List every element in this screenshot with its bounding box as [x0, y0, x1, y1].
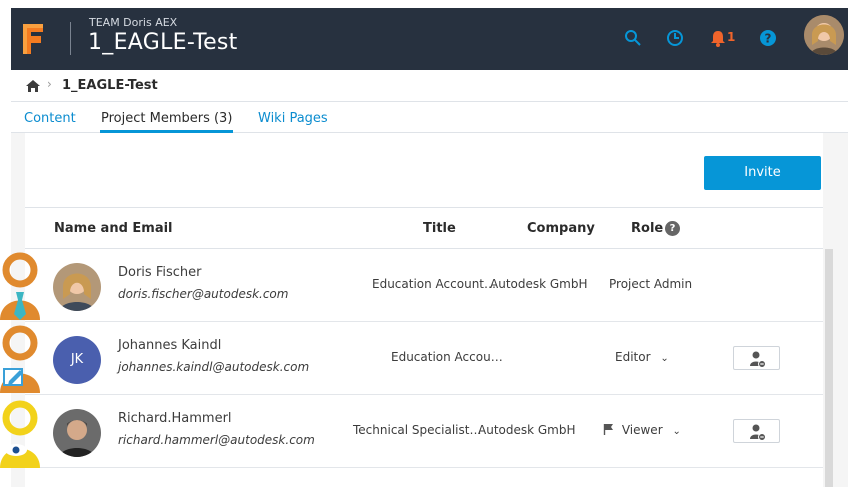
member-company: Autodesk GmbH	[478, 423, 576, 437]
member-email: richard.hammerl@autodesk.com	[118, 433, 315, 447]
bell-icon[interactable]	[708, 28, 728, 48]
role-label: Editor	[615, 350, 651, 364]
app-header: TEAM Doris AEX 1_EAGLE-Test 1 ?	[11, 8, 848, 70]
col-company[interactable]: Company	[527, 221, 595, 236]
invite-button[interactable]: Invite	[704, 156, 821, 190]
viewer-person-icon	[0, 400, 40, 468]
chevron-down-icon: ⌄	[672, 426, 681, 437]
tab-bar: Content Project Members (3) Wiki Pages	[11, 102, 848, 133]
remove-member-button[interactable]	[733, 419, 780, 443]
admin-person-icon	[0, 252, 40, 320]
editor-person-icon	[0, 325, 40, 393]
avatar	[53, 409, 101, 457]
project-title[interactable]: 1_EAGLE-Test	[88, 30, 238, 55]
breadcrumb-current: 1_EAGLE-Test	[62, 78, 158, 93]
role-label: Viewer	[621, 423, 663, 437]
member-email: doris.fischer@autodesk.com	[118, 287, 289, 301]
table-header: Name and Email Title Company Role ?	[25, 207, 823, 249]
flag-icon	[603, 424, 613, 435]
tab-project-members[interactable]: Project Members (3)	[101, 111, 232, 126]
fusion-logo-icon[interactable]	[21, 22, 45, 56]
member-name: Richard.Hammerl	[118, 411, 232, 426]
chevron-down-icon: ⌄	[660, 353, 669, 364]
members-panel: Invite Name and Email Title Company Role…	[25, 133, 823, 487]
remove-user-icon	[750, 351, 766, 368]
avatar-initials: JK	[53, 336, 101, 384]
header-divider	[70, 22, 71, 55]
remove-user-icon	[750, 424, 766, 441]
member-title: Technical Specialist…	[353, 423, 482, 437]
member-title: Education Account…	[372, 277, 497, 291]
breadcrumb: › 1_EAGLE-Test	[11, 70, 848, 102]
svg-text:?: ?	[765, 32, 772, 46]
table-row[interactable]: Richard.Hammerl richard.hammerl@autodesk…	[25, 395, 823, 468]
role-dropdown[interactable]: Editor ⌄	[615, 350, 669, 364]
content-area: Invite Name and Email Title Company Role…	[11, 133, 848, 487]
clock-icon[interactable]	[665, 28, 685, 48]
team-name[interactable]: TEAM Doris AEX	[89, 16, 177, 29]
search-icon[interactable]	[623, 28, 643, 48]
scrollbar[interactable]	[825, 249, 833, 487]
role-help-icon[interactable]: ?	[665, 221, 680, 236]
notification-count[interactable]: 1	[727, 30, 735, 44]
chevron-right-icon: ›	[47, 77, 52, 91]
member-email: johannes.kaindl@autodesk.com	[118, 360, 310, 374]
table-row[interactable]: Doris Fischer doris.fischer@autodesk.com…	[25, 249, 823, 322]
help-icon[interactable]: ?	[758, 28, 778, 48]
member-title: Education Accou…	[391, 350, 503, 364]
tab-wiki-pages[interactable]: Wiki Pages	[258, 111, 328, 126]
avatar	[53, 263, 101, 311]
member-name: Johannes Kaindl	[118, 338, 222, 353]
member-name: Doris Fischer	[118, 265, 202, 280]
role-dropdown[interactable]: Viewer ⌄	[603, 423, 681, 437]
col-role[interactable]: Role	[631, 221, 663, 236]
col-name-email[interactable]: Name and Email	[54, 221, 173, 236]
col-title[interactable]: Title	[423, 221, 456, 236]
member-role: Project Admin	[609, 277, 693, 291]
remove-member-button[interactable]	[733, 346, 780, 370]
user-avatar[interactable]	[804, 15, 844, 55]
table-row[interactable]: JK Johannes Kaindl johannes.kaindl@autod…	[25, 322, 823, 395]
tab-content[interactable]: Content	[24, 111, 76, 126]
member-company: Autodesk GmbH	[490, 277, 588, 291]
home-icon[interactable]	[25, 79, 41, 93]
